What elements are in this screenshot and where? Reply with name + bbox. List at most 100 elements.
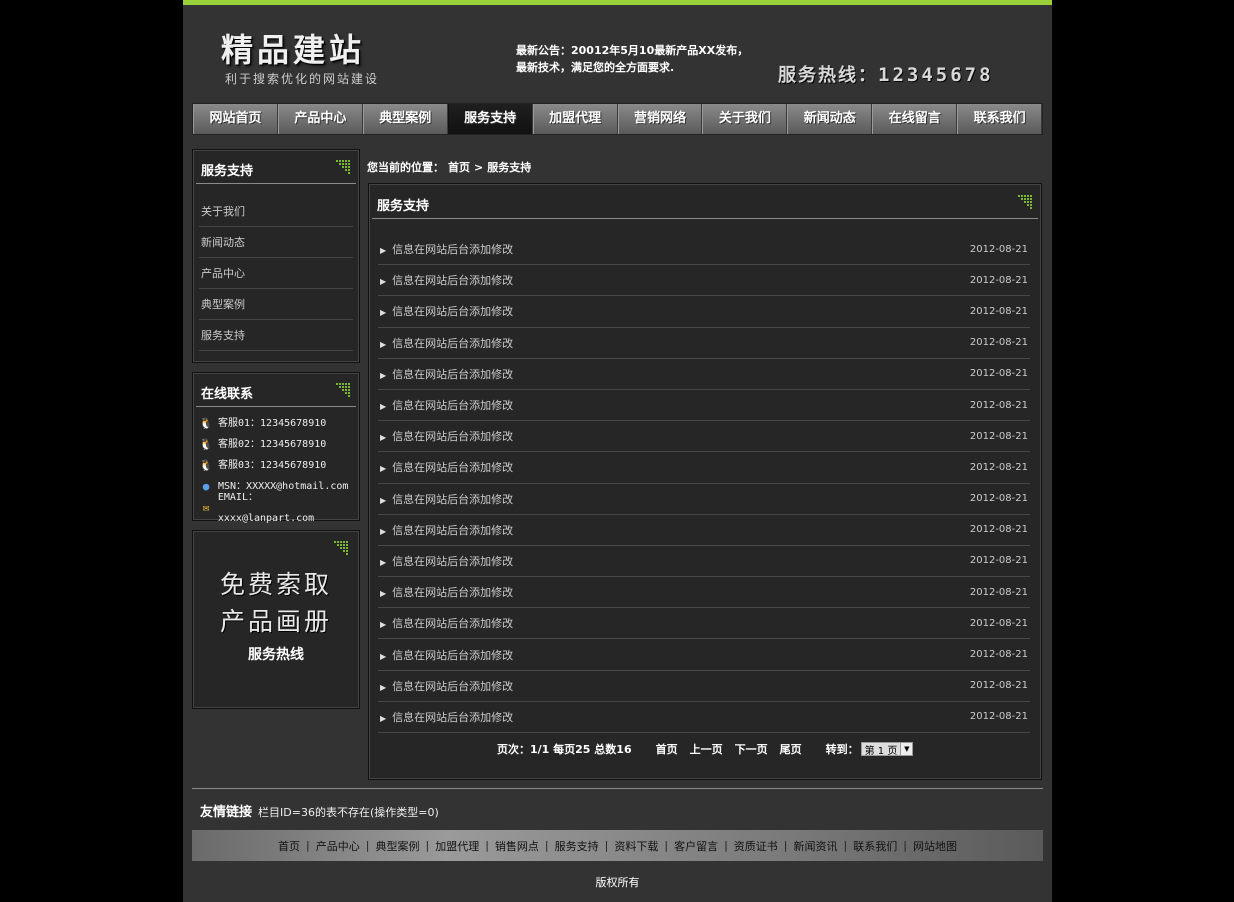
nav-item-news[interactable]: 新闻动态	[787, 104, 873, 134]
msn-icon: ●	[202, 479, 210, 493]
sidebar-contact-title: 在线联系	[201, 387, 254, 402]
pager-last-button[interactable]: 尾页	[780, 741, 802, 757]
contact-qq-2[interactable]: 🐧 客服02：12345678910	[199, 434, 353, 455]
list-item[interactable]: 信息在网站后台添加修改2012-08-21	[378, 390, 1030, 422]
contact-list: 🐧 客服01：12345678910 🐧 客服02：12345678910 🐧 客服0…	[199, 413, 353, 524]
promo-line-3: 服务热线	[248, 647, 304, 663]
list-item[interactable]: 信息在网站后台添加修改2012-08-21	[378, 296, 1030, 328]
corner-grid-icon	[1018, 195, 1032, 209]
page-select-value: 第 1 页	[864, 745, 898, 757]
list-item[interactable]: 信息在网站后台添加修改2012-08-21	[378, 702, 1030, 733]
pagination: 页次：1/1 每页25 总数16 首页 上一页 下一页 尾页 转到： 第 1 页…	[497, 741, 914, 757]
sidebar-item-cases[interactable]: 典型案例	[199, 289, 353, 320]
sidebar-contact-box: 在线联系 🐧 客服01：12345678910 🐧 客服02：12345678910…	[192, 372, 360, 524]
sidebar-item-products[interactable]: 产品中心	[199, 258, 353, 289]
list-item[interactable]: 信息在网站后台添加修改2012-08-21	[378, 265, 1030, 297]
nav-item-support[interactable]: 服务支持	[447, 104, 533, 134]
main-title: 服务支持	[377, 199, 430, 214]
news-list: 信息在网站后台添加修改2012-08-21 信息在网站后台添加修改2012-08…	[378, 234, 1030, 733]
announcement-line-2: 最新技术，满足您的全方面要求.	[516, 61, 675, 74]
main-header: 服务支持	[372, 184, 1038, 219]
main-content-box: 服务支持 信息在网站后台添加修改2012-08-21 信息在网站后台添加修改20…	[368, 183, 1042, 780]
list-item[interactable]: 信息在网站后台添加修改2012-08-21	[378, 577, 1030, 609]
friend-links-title: 友情链接	[200, 805, 253, 820]
nav-item-network[interactable]: 营销网络	[617, 104, 703, 134]
friend-links: 友情链接 栏目ID=36的表不存在(操作类型=0)	[200, 801, 439, 820]
qq-icon: 🐧	[199, 458, 213, 472]
footer-link-contact[interactable]: 联系我们	[853, 838, 897, 854]
footer-link-outlets[interactable]: 销售网点	[495, 838, 539, 854]
footer-link-products[interactable]: 产品中心	[316, 838, 360, 854]
corner-grid-icon	[336, 160, 350, 174]
list-item[interactable]: 信息在网站后台添加修改2012-08-21	[378, 421, 1030, 453]
qq-icon: 🐧	[199, 416, 213, 430]
list-item[interactable]: 信息在网站后台添加修改2012-08-21	[378, 452, 1030, 484]
pager-goto-label: 转到：	[825, 743, 859, 756]
list-item[interactable]: 信息在网站后台添加修改2012-08-21	[378, 484, 1030, 515]
footer-link-home[interactable]: 首页	[278, 838, 300, 854]
sidebar-item-news[interactable]: 新闻动态	[199, 227, 353, 258]
hotline-label: 服务热线：	[778, 65, 878, 86]
sidebar-item-about[interactable]: 关于我们	[199, 196, 353, 227]
contact-qq-3[interactable]: 🐧 客服03：12345678910	[199, 455, 353, 476]
footer-link-cases[interactable]: 典型案例	[375, 838, 419, 854]
breadcrumb-separator: >	[474, 161, 484, 174]
nav-item-message[interactable]: 在线留言	[872, 104, 958, 134]
pager-next-button[interactable]: 下一页	[735, 741, 768, 757]
sidebar-promo-box[interactable]: 免费索取 产品画册 服务热线	[192, 530, 360, 709]
footer-link-downloads[interactable]: 资料下载	[614, 838, 658, 854]
footer-divider	[192, 788, 1043, 789]
nav-item-home[interactable]: 网站首页	[193, 104, 278, 134]
nav-item-cases[interactable]: 典型案例	[362, 104, 448, 134]
list-item[interactable]: 信息在网站后台添加修改2012-08-21	[378, 671, 1030, 702]
list-item[interactable]: 信息在网站后台添加修改2012-08-21	[378, 546, 1030, 578]
list-item[interactable]: 信息在网站后台添加修改2012-08-21	[378, 608, 1030, 640]
pager-info: 页次：1/1 每页25 总数16	[497, 743, 632, 756]
sidebar-menu-box: 服务支持 关于我们 新闻动态 产品中心 典型案例 服务支持	[192, 149, 360, 363]
contact-qq-1[interactable]: 🐧 客服01：12345678910	[199, 413, 353, 434]
main-nav: 网站首页 产品中心 典型案例 服务支持 加盟代理 营销网络 关于我们 新闻动态 …	[192, 103, 1043, 135]
list-item[interactable]: 信息在网站后台添加修改2012-08-21	[378, 328, 1030, 359]
promo-line-2: 产品画册	[219, 607, 332, 636]
page-select[interactable]: 第 1 页 ▼	[860, 742, 914, 757]
site-logo-title[interactable]: 精品建站	[221, 25, 365, 71]
copyright: 版权所有	[595, 876, 640, 889]
sidebar-item-support[interactable]: 服务支持	[199, 320, 353, 351]
sidebar-menu-header: 服务支持	[196, 150, 356, 184]
list-item[interactable]: 信息在网站后台添加修改2012-08-21	[378, 515, 1030, 546]
sidebar-menu-list: 关于我们 新闻动态 产品中心 典型案例 服务支持	[199, 196, 353, 351]
pager-first-button[interactable]: 首页	[656, 741, 678, 757]
nav-item-franchise[interactable]: 加盟代理	[532, 104, 618, 134]
breadcrumb-home[interactable]: 首页	[448, 161, 470, 174]
contact-email[interactable]: ✉ EMAIL：xxxx@lanpart.com	[199, 492, 353, 524]
chevron-down-icon: ▼	[900, 743, 913, 755]
breadcrumb: 您当前的位置： 首页 > 服务支持	[367, 159, 535, 175]
nav-item-products[interactable]: 产品中心	[277, 104, 363, 134]
announcement: 最新公告：20012年5月10最新产品XX发布， 最新技术，满足您的全方面要求.	[516, 42, 748, 76]
announcement-line-1: 最新公告：20012年5月10最新产品XX发布，	[516, 44, 749, 57]
nav-item-contact[interactable]: 联系我们	[957, 104, 1043, 134]
friend-links-text: 栏目ID=36的表不存在(操作类型=0)	[258, 806, 439, 819]
corner-grid-icon	[334, 541, 348, 555]
footer-link-news[interactable]: 新闻资讯	[794, 838, 838, 854]
list-item[interactable]: 信息在网站后台添加修改2012-08-21	[378, 639, 1030, 671]
promo-line-1: 免费索取	[219, 570, 332, 599]
breadcrumb-prefix: 您当前的位置：	[367, 161, 444, 174]
sidebar-contact-header: 在线联系	[196, 373, 356, 407]
service-hotline: 服务热线：12345678	[778, 61, 994, 87]
sidebar-menu-title: 服务支持	[201, 164, 254, 179]
footer-link-franchise[interactable]: 加盟代理	[435, 838, 479, 854]
hotline-number: 12345678	[878, 64, 994, 86]
list-item[interactable]: 信息在网站后台添加修改2012-08-21	[378, 359, 1030, 390]
page-container: 精品建站 利于搜索优化的网站建设 最新公告：20012年5月10最新产品XX发布…	[183, 0, 1052, 902]
corner-grid-icon	[336, 383, 350, 397]
footer-link-messages[interactable]: 客户留言	[674, 838, 718, 854]
pager-prev-button[interactable]: 上一页	[690, 741, 723, 757]
list-item[interactable]: 信息在网站后台添加修改2012-08-21	[378, 234, 1030, 266]
footer-link-support[interactable]: 服务支持	[555, 838, 599, 854]
footer-link-sitemap[interactable]: 网站地图	[913, 838, 957, 854]
nav-item-about[interactable]: 关于我们	[702, 104, 788, 134]
email-icon: ✉	[202, 500, 210, 514]
footer-link-certificates[interactable]: 资质证书	[734, 838, 778, 854]
footer-nav: 首页 | 产品中心 | 典型案例 | 加盟代理 | 销售网点 | 服务支持 | 资料下载 | …	[192, 830, 1043, 861]
